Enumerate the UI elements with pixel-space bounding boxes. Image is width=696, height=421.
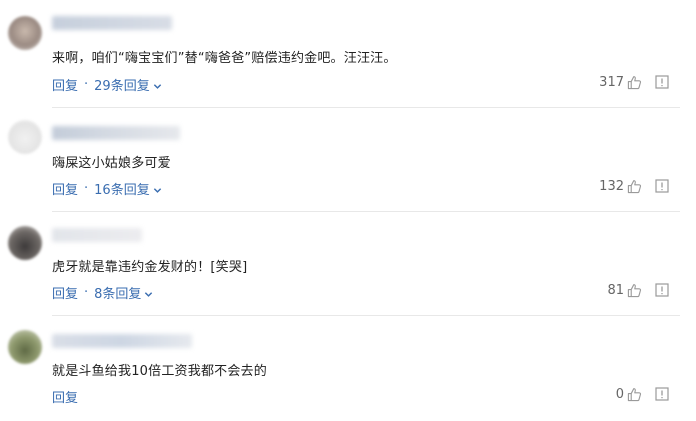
- comment-meta: 132: [599, 178, 670, 194]
- username[interactable]: [52, 334, 192, 348]
- avatar[interactable]: [8, 16, 42, 50]
- username[interactable]: [52, 16, 172, 30]
- like-count: 81: [607, 282, 624, 298]
- comment-meta: 0: [616, 386, 670, 402]
- comment-actions: 回复 · 29条回复: [52, 75, 162, 94]
- comment-text: 虎牙就是靠违约金发财的！[笑哭]: [52, 260, 248, 275]
- reply-button[interactable]: 回复: [52, 75, 78, 94]
- separator: ·: [84, 181, 89, 196]
- view-replies-button[interactable]: 16条回复: [94, 179, 162, 198]
- thumbs-up-icon[interactable]: [626, 386, 642, 402]
- thumbs-up-icon[interactable]: [626, 282, 642, 298]
- replies-count-label: 29条回复: [94, 79, 150, 94]
- replies-count-label: 16条回复: [94, 183, 150, 198]
- reply-button[interactable]: 回复: [52, 387, 78, 406]
- view-replies-button[interactable]: 8条回复: [94, 283, 153, 302]
- reply-button[interactable]: 回复: [52, 283, 78, 302]
- replies-count-label: 8条回复: [94, 287, 142, 302]
- comment-actions: 回复 · 16条回复: [52, 179, 162, 198]
- separator: ·: [84, 285, 89, 300]
- report-icon[interactable]: [654, 74, 670, 90]
- like-count: 132: [599, 178, 624, 194]
- avatar[interactable]: [8, 330, 42, 364]
- comment-meta: 317: [599, 74, 670, 90]
- thumbs-up-icon[interactable]: [626, 178, 642, 194]
- comment-feed: 来啊，咱们“嗨宝宝们”替“嗨爸爸”赔偿违约金吧。汪汪汪。 回复 · 29条回复 …: [0, 0, 696, 421]
- separator: ·: [84, 77, 89, 92]
- username[interactable]: [52, 228, 142, 242]
- view-replies-button[interactable]: 29条回复: [94, 75, 162, 94]
- chevron-down-icon: [153, 84, 161, 89]
- comment-actions: 回复 · 8条回复: [52, 283, 153, 302]
- comment-actions: 回复: [52, 387, 78, 406]
- reply-button[interactable]: 回复: [52, 179, 78, 198]
- report-icon[interactable]: [654, 178, 670, 194]
- comment-meta: 81: [607, 282, 670, 298]
- chevron-down-icon: [145, 292, 153, 297]
- divider: [52, 107, 680, 108]
- chevron-down-icon: [153, 188, 161, 193]
- comment-text: 来啊，咱们“嗨宝宝们”替“嗨爸爸”赔偿违约金吧。汪汪汪。: [52, 51, 397, 66]
- like-count: 317: [599, 74, 624, 90]
- avatar[interactable]: [8, 120, 42, 154]
- report-icon[interactable]: [654, 282, 670, 298]
- report-icon[interactable]: [654, 386, 670, 402]
- avatar[interactable]: [8, 226, 42, 260]
- thumbs-up-icon[interactable]: [626, 74, 642, 90]
- username[interactable]: [52, 126, 180, 140]
- comment-text: 就是斗鱼给我10倍工资我都不会去的: [52, 364, 267, 379]
- divider: [52, 315, 680, 316]
- divider: [52, 211, 680, 212]
- like-count: 0: [615, 386, 624, 402]
- comment-text: 嗨屎这小姑娘多可爱: [52, 156, 171, 171]
